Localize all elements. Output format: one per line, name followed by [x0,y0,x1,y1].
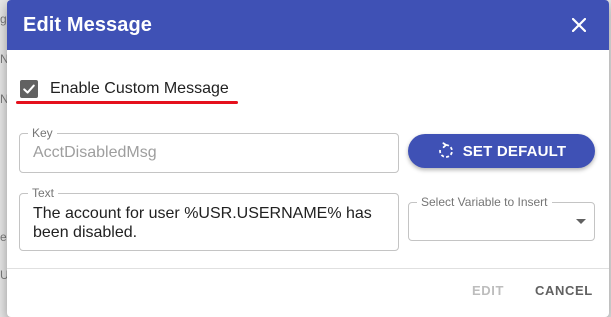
cancel-button[interactable]: CANCEL [535,283,593,298]
highlight-underline [16,101,238,104]
key-field[interactable]: Key AcctDisabledMsg [19,126,399,173]
message-text-field[interactable]: Text The account for user %USR.USERNAME%… [19,186,399,251]
set-default-button[interactable]: SET DEFAULT [408,134,595,168]
set-default-label: SET DEFAULT [462,142,567,160]
key-field-label: Key [28,126,57,140]
dropdown-arrow-icon[interactable] [576,219,586,224]
checkmark-icon [23,84,35,94]
text-field-value: The account for user %USR.USERNAME% has … [33,205,372,241]
reset-icon [438,142,453,158]
dialog-title: Edit Message [23,13,153,36]
select-variable-label: Select Variable to Insert [417,195,552,209]
key-field-value: AcctDisabledMsg [33,144,157,161]
footer-divider [7,268,609,269]
close-icon[interactable] [567,13,591,37]
select-variable-dropdown[interactable]: Select Variable to Insert [408,195,595,241]
dialog-header: Edit Message [7,0,609,50]
edit-message-dialog: Edit Message Enable Custom Message Key A… [7,0,609,317]
edit-button[interactable]: EDIT [472,283,504,298]
text-field-label: Text [28,186,59,200]
enable-custom-message-row[interactable]: Enable Custom Message [20,80,229,98]
enable-custom-message-checkbox[interactable] [20,80,38,98]
enable-custom-message-label: Enable Custom Message [50,80,229,97]
